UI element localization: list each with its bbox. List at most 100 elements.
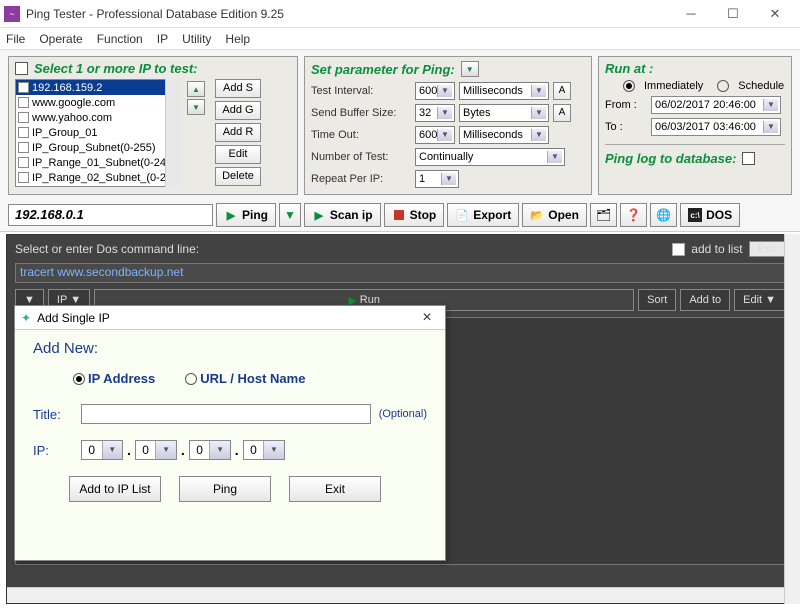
- param-label: Send Buffer Size:: [311, 107, 411, 119]
- maximize-button[interactable]: ☐: [712, 2, 754, 26]
- test-interval-a[interactable]: A: [553, 82, 571, 100]
- log-title: Ping log to database:: [605, 151, 736, 166]
- timeout-combo[interactable]: 600: [415, 126, 455, 144]
- url-radio[interactable]: [185, 373, 197, 385]
- ping-dropdown[interactable]: ▼: [279, 203, 301, 227]
- main-scrollbar-v[interactable]: [784, 234, 800, 604]
- add-r-button[interactable]: Add R: [215, 123, 261, 142]
- window-title: Ping Tester - Professional Database Edit…: [26, 7, 670, 21]
- add-to-list-checkbox[interactable]: [672, 243, 685, 256]
- param-label: Number of Test:: [311, 151, 411, 163]
- stop-icon: [392, 208, 406, 222]
- timeout-unit[interactable]: Milliseconds: [459, 126, 549, 144]
- close-button[interactable]: ✕: [754, 2, 796, 26]
- title-input[interactable]: [81, 404, 371, 424]
- optional-label: (Optional): [379, 408, 427, 420]
- ip-list[interactable]: 192.168.159.2 www.google.com www.yahoo.c…: [15, 79, 181, 187]
- radio-label: Immediately: [644, 80, 703, 92]
- param-label: Time Out:: [311, 129, 411, 141]
- dos-exit-button[interactable]: Exit: [749, 241, 785, 257]
- repeat-combo[interactable]: 1: [415, 170, 459, 188]
- menubar: File Operate Function IP Utility Help: [0, 28, 800, 50]
- titlebar: ~ Ping Tester - Professional Database Ed…: [0, 0, 800, 28]
- dos-label: Select or enter Dos command line:: [15, 242, 199, 256]
- menu-function[interactable]: Function: [97, 32, 143, 46]
- params-dropdown[interactable]: ▼: [461, 61, 479, 77]
- menu-file[interactable]: File: [6, 32, 25, 46]
- scan-button[interactable]: ▶Scan ip: [304, 203, 381, 227]
- number-test-combo[interactable]: Continually: [415, 148, 565, 166]
- list-item: www.yahoo.com: [16, 110, 180, 125]
- radio-label: Schedule: [738, 80, 784, 92]
- title-label: Title:: [33, 407, 73, 422]
- immediately-radio[interactable]: [623, 80, 635, 92]
- schedule-radio[interactable]: [717, 80, 729, 92]
- app-icon: ~: [4, 6, 20, 22]
- buffer-size-combo[interactable]: 32: [415, 104, 455, 122]
- dialog-heading: Add New:: [33, 340, 427, 357]
- ping-params-panel: Set parameter for Ping: ▼ Test Interval:…: [304, 56, 592, 195]
- open-button[interactable]: 📂Open: [522, 203, 587, 227]
- menu-operate[interactable]: Operate: [39, 32, 82, 46]
- folder-icon: 📂: [530, 208, 544, 222]
- ip-panel-title: Select 1 or more IP to test:: [34, 61, 198, 76]
- buffer-size-a[interactable]: A: [553, 104, 571, 122]
- edit-button[interactable]: Edit: [215, 145, 261, 164]
- radio-label: IP Address: [88, 371, 155, 386]
- tool-icon-1[interactable]: 🗂: [590, 203, 617, 227]
- test-interval-unit[interactable]: Milliseconds: [459, 82, 549, 100]
- play-icon: ▶: [224, 208, 238, 222]
- ip-octet-3[interactable]: 0▼: [189, 440, 231, 460]
- ip-address-radio[interactable]: [73, 373, 85, 385]
- ping-button[interactable]: ▶Ping: [216, 203, 276, 227]
- list-item: IP_Group_Subnet(0-255): [16, 140, 180, 155]
- add-g-button[interactable]: Add G: [215, 101, 261, 120]
- dos-scrollbar-h[interactable]: [7, 587, 793, 603]
- dos-edit-dropdown[interactable]: Edit ▼: [734, 289, 785, 311]
- ip-octet-4[interactable]: 0▼: [243, 440, 285, 460]
- tool-icon-2[interactable]: ❓: [620, 203, 647, 227]
- dialog-exit-button[interactable]: Exit: [289, 476, 381, 502]
- dos-addto-button[interactable]: Add to: [680, 289, 730, 311]
- dos-button[interactable]: c:\DOS: [680, 203, 740, 227]
- export-button[interactable]: 📄Export: [447, 203, 519, 227]
- ip-input[interactable]: 192.168.0.1: [8, 204, 213, 226]
- radio-label: URL / Host Name: [200, 371, 305, 386]
- list-item: IP_Range_02_Subnet_(0-24): [16, 170, 180, 185]
- dos-command-input[interactable]: tracert www.secondbackup.net: [15, 263, 785, 283]
- ip-octet-1[interactable]: 0▼: [81, 440, 123, 460]
- to-datetime[interactable]: 06/03/2017 03:46:00: [651, 118, 781, 136]
- run-title: Run at :: [605, 61, 785, 76]
- ip-octet-2[interactable]: 0▼: [135, 440, 177, 460]
- buffer-size-unit[interactable]: Bytes: [459, 104, 549, 122]
- dialog-close-button[interactable]: ×: [415, 309, 439, 327]
- log-checkbox[interactable]: [742, 152, 755, 165]
- ip-label: IP:: [33, 443, 73, 458]
- delete-button[interactable]: Delete: [215, 167, 261, 186]
- add-to-ip-list-button[interactable]: Add to IP List: [69, 476, 161, 502]
- add-s-button[interactable]: Add S: [215, 79, 261, 98]
- add-to-list-label: add to list: [691, 242, 742, 256]
- dialog-ping-button[interactable]: Ping: [179, 476, 271, 502]
- export-icon: 📄: [455, 208, 469, 222]
- dialog-title: Add Single IP: [37, 311, 110, 325]
- params-title: Set parameter for Ping:: [311, 62, 455, 77]
- menu-help[interactable]: Help: [225, 32, 250, 46]
- stop-button[interactable]: Stop: [384, 203, 445, 227]
- from-label: From :: [605, 99, 645, 111]
- run-panel: Run at : Immediately Schedule From : 06/0…: [598, 56, 792, 195]
- minimize-button[interactable]: ─: [670, 2, 712, 26]
- ip-list-scrollbar[interactable]: [165, 79, 181, 187]
- test-interval-combo[interactable]: 600: [415, 82, 455, 100]
- dos-sort-button[interactable]: Sort: [638, 289, 676, 311]
- ip-list-scroll-up[interactable]: ▲: [187, 81, 205, 97]
- param-label: Test Interval:: [311, 85, 411, 97]
- menu-utility[interactable]: Utility: [182, 32, 211, 46]
- list-item: IP_Range_01_Subnet(0-24): [16, 155, 180, 170]
- ip-list-scroll-down[interactable]: ▼: [187, 99, 205, 115]
- from-datetime[interactable]: 06/02/2017 20:46:00: [651, 96, 781, 114]
- menu-ip[interactable]: IP: [157, 32, 168, 46]
- select-all-checkbox[interactable]: [15, 62, 28, 75]
- param-label: Repeat Per IP:: [311, 173, 411, 185]
- tool-icon-3[interactable]: 🌐: [650, 203, 677, 227]
